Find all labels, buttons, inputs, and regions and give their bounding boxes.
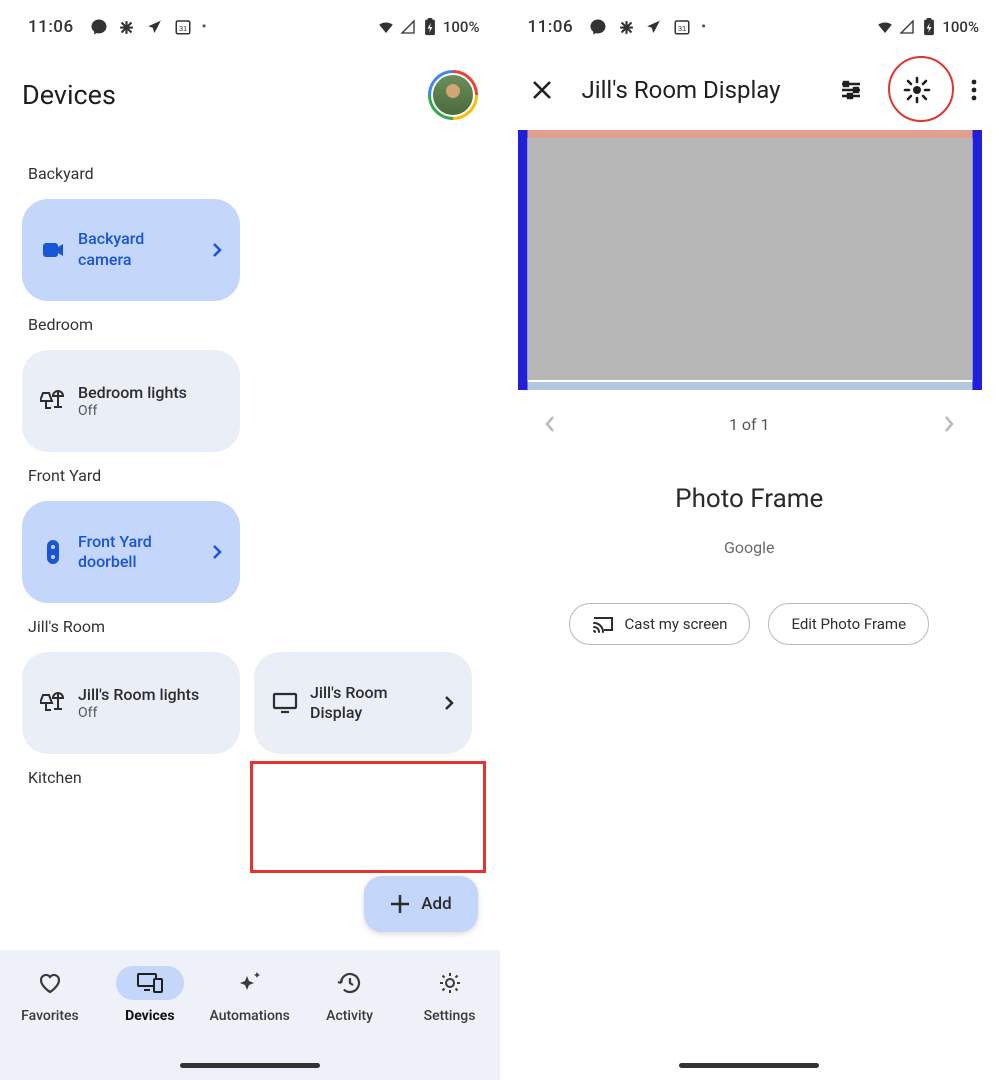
calendar-icon: 31 bbox=[673, 18, 691, 36]
messenger-icon bbox=[589, 18, 607, 36]
tile-label: Jill's Room Display bbox=[310, 683, 432, 723]
wifi-icon bbox=[876, 18, 894, 36]
more-notifications-icon: • bbox=[701, 19, 706, 35]
slack-icon bbox=[118, 18, 136, 36]
detail-subtitle: Google bbox=[500, 538, 999, 557]
section-frontyard: Front Yard bbox=[28, 466, 472, 485]
battery-percent: 100% bbox=[443, 18, 480, 36]
battery-icon bbox=[421, 18, 439, 36]
detail-header-title: Jill's Room Display bbox=[582, 76, 808, 104]
nav-favorites[interactable]: Favorites bbox=[4, 966, 96, 1024]
svg-text:31: 31 bbox=[178, 24, 186, 33]
device-detail-screen: 11:06 31 • 100% Jill's Room Display bbox=[500, 0, 999, 1080]
gesture-handle[interactable] bbox=[180, 1063, 320, 1068]
button-label: Cast my screen bbox=[624, 615, 727, 633]
telegram-icon bbox=[645, 18, 663, 36]
sparkle-icon bbox=[237, 970, 263, 996]
gear-icon bbox=[437, 970, 463, 996]
history-icon bbox=[337, 970, 363, 996]
tile-state: Off bbox=[78, 403, 187, 419]
more-vert-icon bbox=[971, 79, 977, 101]
pager-next[interactable] bbox=[935, 410, 963, 438]
section-backyard: Backyard bbox=[28, 164, 472, 183]
nav-activity[interactable]: Activity bbox=[304, 966, 396, 1024]
cast-screen-button[interactable]: Cast my screen bbox=[569, 603, 750, 645]
tile-state: Off bbox=[78, 705, 199, 721]
tile-label: Bedroom lights bbox=[78, 383, 187, 404]
add-label: Add bbox=[421, 894, 451, 914]
tile-jillsroom-lights[interactable]: Jill's Room lights Off bbox=[22, 652, 240, 754]
section-bedroom: Bedroom bbox=[28, 315, 472, 334]
tile-label: Backyard camera bbox=[78, 229, 200, 271]
status-bar: 11:06 31 • 100% bbox=[0, 0, 500, 44]
slack-icon bbox=[617, 18, 635, 36]
signal-icon bbox=[399, 18, 417, 36]
chevron-right-icon bbox=[212, 242, 222, 258]
close-button[interactable] bbox=[524, 72, 560, 108]
detail-title: Photo Frame bbox=[500, 484, 999, 514]
messenger-icon bbox=[90, 18, 108, 36]
pager-text: 1 of 1 bbox=[729, 415, 770, 434]
telegram-icon bbox=[146, 18, 164, 36]
tile-label: Front Yard doorbell bbox=[78, 532, 200, 572]
tile-jillsroom-display[interactable]: Jill's Room Display bbox=[254, 652, 472, 754]
battery-percent: 100% bbox=[942, 18, 979, 36]
edit-photo-frame-button[interactable]: Edit Photo Frame bbox=[768, 603, 929, 645]
svg-text:31: 31 bbox=[678, 24, 686, 33]
section-kitchen: Kitchen bbox=[28, 768, 472, 787]
button-label: Edit Photo Frame bbox=[791, 615, 906, 633]
bottom-nav: Favorites Devices Automations Activity S… bbox=[0, 950, 500, 1080]
battery-icon bbox=[920, 18, 938, 36]
tile-label: Jill's Room lights bbox=[78, 685, 199, 706]
signal-icon bbox=[898, 18, 916, 36]
close-icon bbox=[531, 79, 553, 101]
display-icon bbox=[272, 690, 298, 716]
page-title: Devices bbox=[22, 79, 116, 111]
chevron-right-icon bbox=[444, 695, 454, 711]
section-jillsroom: Jill's Room bbox=[28, 617, 472, 636]
camera-icon bbox=[40, 237, 66, 263]
nav-devices[interactable]: Devices bbox=[104, 966, 196, 1024]
nav-label: Favorites bbox=[21, 1008, 79, 1024]
settings-button[interactable] bbox=[895, 68, 939, 112]
devices-screen: 11:06 31 • 100% Devices Backyard bbox=[0, 0, 500, 1080]
lamp-icon bbox=[40, 690, 66, 716]
add-button[interactable]: Add bbox=[364, 876, 478, 932]
photo-preview[interactable] bbox=[518, 130, 982, 390]
nav-label: Settings bbox=[424, 1008, 476, 1024]
nav-automations[interactable]: Automations bbox=[204, 966, 296, 1024]
tile-bedroom-lights[interactable]: Bedroom lights Off bbox=[22, 350, 240, 452]
nav-label: Devices bbox=[125, 1008, 174, 1024]
gear-icon bbox=[902, 75, 932, 105]
nav-label: Automations bbox=[210, 1008, 290, 1024]
doorbell-icon bbox=[40, 539, 66, 565]
heart-icon bbox=[37, 971, 63, 995]
more-notifications-icon: • bbox=[202, 19, 207, 35]
wifi-icon bbox=[377, 18, 395, 36]
status-time: 11:06 bbox=[528, 17, 574, 37]
equalizer-button[interactable] bbox=[829, 68, 873, 112]
profile-avatar[interactable] bbox=[428, 70, 478, 120]
tile-frontyard-doorbell[interactable]: Front Yard doorbell bbox=[22, 501, 240, 603]
gesture-handle[interactable] bbox=[679, 1063, 819, 1068]
chevron-right-icon bbox=[212, 544, 222, 560]
status-time: 11:06 bbox=[28, 17, 74, 37]
tile-backyard-camera[interactable]: Backyard camera bbox=[22, 199, 240, 301]
pager-prev[interactable] bbox=[536, 410, 564, 438]
calendar-icon: 31 bbox=[174, 18, 192, 36]
nav-label: Activity bbox=[326, 1008, 373, 1024]
cast-icon bbox=[592, 615, 614, 633]
pager: 1 of 1 bbox=[500, 390, 999, 458]
lamp-icon bbox=[40, 388, 66, 414]
plus-icon bbox=[389, 893, 411, 915]
devices-icon bbox=[136, 972, 164, 994]
sliders-icon bbox=[839, 79, 863, 101]
overflow-button[interactable] bbox=[961, 68, 987, 112]
nav-settings[interactable]: Settings bbox=[404, 966, 496, 1024]
status-bar: 11:06 31 • 100% bbox=[500, 0, 999, 44]
